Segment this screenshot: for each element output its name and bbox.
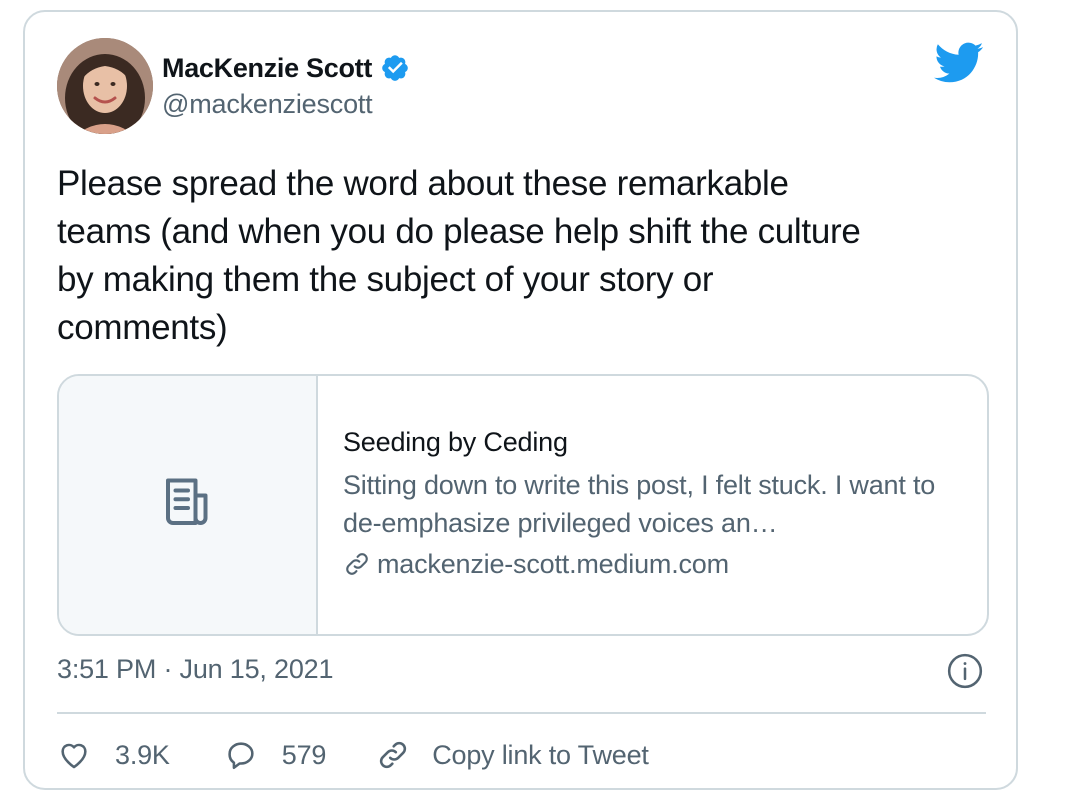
tweet-timestamp[interactable]: 3:51 PM · Jun 15, 2021 bbox=[57, 654, 333, 685]
tweet-actions: 3.9K 579 Copy link to Tweet bbox=[57, 734, 649, 776]
link-domain: mackenzie-scott.medium.com bbox=[377, 549, 729, 579]
heart-icon bbox=[57, 738, 91, 772]
divider bbox=[57, 712, 986, 714]
author-display-name[interactable]: MacKenzie Scott bbox=[162, 53, 372, 84]
link-description: Sitting down to write this post, I felt … bbox=[343, 470, 936, 538]
author-handle[interactable]: @mackenziescott bbox=[162, 89, 373, 120]
link-domain-row: mackenzie-scott.medium.com bbox=[343, 546, 987, 582]
avatar[interactable] bbox=[57, 38, 153, 134]
link-title: Seeding by Ceding bbox=[343, 427, 568, 457]
like-button[interactable]: 3.9K bbox=[57, 738, 170, 772]
document-icon bbox=[158, 473, 218, 538]
link-preview-card[interactable]: Seeding by Ceding Sitting down to write … bbox=[57, 374, 989, 636]
link-icon bbox=[376, 738, 410, 772]
verified-badge-icon bbox=[380, 53, 410, 83]
link-body: Seeding by Ceding Sitting down to write … bbox=[318, 376, 987, 634]
reply-bubble-icon bbox=[224, 738, 258, 772]
tweet-text: Please spread the word about these remar… bbox=[57, 164, 861, 347]
tweet-card[interactable]: MacKenzie Scott @mackenziescott Please s… bbox=[23, 10, 1018, 790]
link-thumbnail bbox=[59, 376, 318, 634]
reply-button[interactable]: 579 bbox=[224, 738, 326, 772]
reply-count: 579 bbox=[281, 739, 327, 770]
copy-link-label: Copy link to Tweet bbox=[432, 739, 649, 770]
link-icon bbox=[343, 550, 371, 578]
author-name-row[interactable]: MacKenzie Scott bbox=[162, 50, 410, 86]
like-count: 3.9K bbox=[115, 739, 170, 770]
twitter-bird-icon[interactable] bbox=[934, 42, 984, 84]
copy-link-button[interactable]: Copy link to Tweet bbox=[376, 738, 649, 772]
info-icon[interactable] bbox=[946, 652, 984, 690]
